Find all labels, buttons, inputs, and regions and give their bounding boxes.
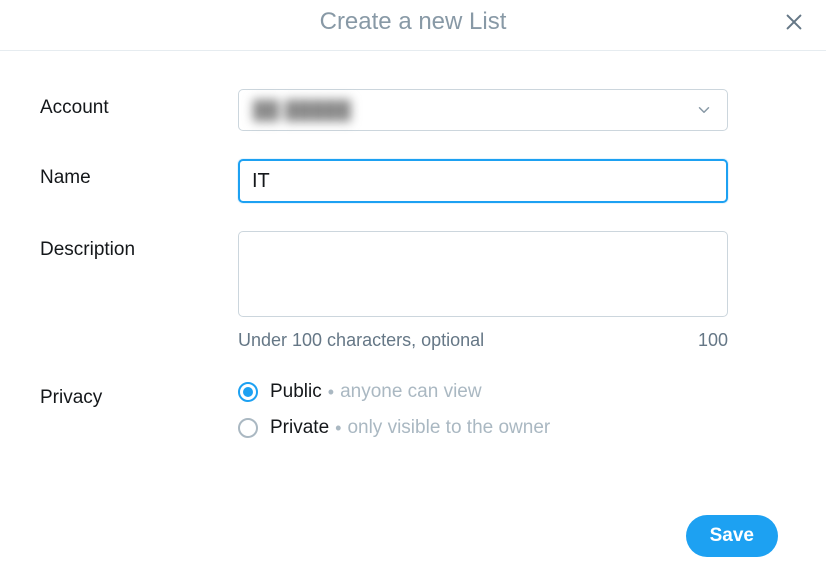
name-input[interactable] [238, 159, 728, 203]
name-label: Name [40, 159, 238, 189]
description-hint: Under 100 characters, optional [238, 330, 484, 351]
account-row: Account ██ █████ [40, 89, 826, 131]
privacy-label: Privacy [40, 379, 238, 409]
radio-dot-icon [243, 387, 253, 397]
name-row: Name [40, 159, 826, 203]
separator-dot-icon: • [335, 418, 341, 439]
chevron-down-icon [695, 101, 713, 119]
separator-dot-icon: • [328, 382, 334, 403]
description-row: Description Under 100 characters, option… [40, 231, 826, 351]
privacy-private-desc: only visible to the owner [347, 417, 550, 439]
save-button[interactable]: Save [686, 515, 778, 557]
privacy-row: Privacy Public • anyone can view Private… [40, 379, 826, 439]
description-counter: 100 [698, 330, 728, 351]
account-select[interactable]: ██ █████ [238, 89, 728, 131]
radio-icon [238, 418, 258, 438]
privacy-private-label: Private [270, 417, 329, 439]
dialog-header: Create a new List [0, 0, 826, 51]
description-textarea[interactable] [238, 231, 728, 317]
description-label: Description [40, 231, 238, 261]
description-hint-row: Under 100 characters, optional 100 [238, 330, 728, 351]
privacy-public-label: Public [270, 381, 322, 403]
dialog-footer: Save [686, 515, 778, 557]
privacy-radio-group: Public • anyone can view Private • only … [238, 379, 728, 439]
account-label: Account [40, 89, 238, 119]
close-button[interactable] [780, 8, 808, 36]
privacy-public-desc: anyone can view [340, 381, 482, 403]
form-body: Account ██ █████ Name Description Under … [0, 51, 826, 439]
privacy-option-public[interactable]: Public • anyone can view [238, 381, 728, 403]
privacy-option-private[interactable]: Private • only visible to the owner [238, 417, 728, 439]
account-value: ██ █████ [253, 100, 695, 121]
radio-icon [238, 382, 258, 402]
dialog-title: Create a new List [0, 8, 826, 36]
close-icon [783, 11, 805, 33]
